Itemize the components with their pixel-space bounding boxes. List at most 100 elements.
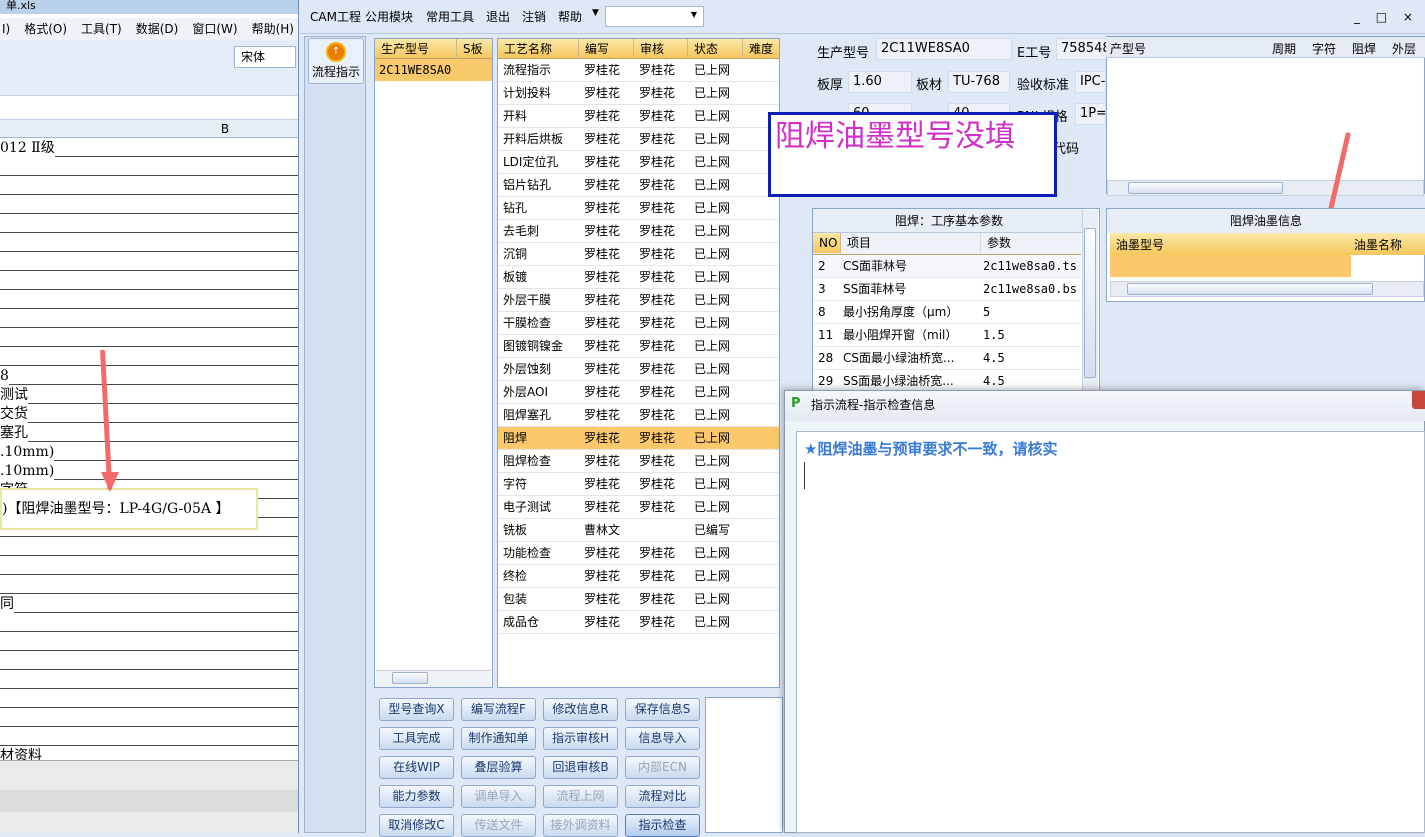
material-value[interactable]: TU-768 (948, 71, 1010, 93)
scroll-thumb[interactable] (1127, 283, 1373, 295)
col-header[interactable]: 周期 (1272, 40, 1296, 57)
scroll-thumb[interactable] (1084, 228, 1096, 378)
col-header[interactable]: 外层 (1392, 40, 1416, 57)
menu-cam[interactable]: CAM工程 (310, 8, 361, 25)
col-header[interactable]: 油墨名称 (1354, 236, 1402, 253)
ink-row-empty[interactable] (1110, 255, 1351, 277)
flow-guide-button[interactable]: ↑ 流程指示 (308, 38, 364, 84)
excel-menu-item[interactable]: 数据(D) (136, 18, 179, 40)
formula-bar[interactable] (0, 96, 299, 120)
action-button[interactable]: 传送文件 (461, 814, 536, 837)
sheet-cell[interactable]: 交货 (0, 405, 28, 423)
col-header[interactable]: 编写 (579, 39, 634, 59)
ink-hscrollbar[interactable] (1110, 281, 1424, 297)
col-header[interactable]: NO (813, 233, 841, 253)
excel-menu-item[interactable]: 格式(O) (24, 18, 67, 40)
col-header[interactable]: 字符 (1312, 40, 1336, 57)
param-row[interactable]: 28 CS面最小绿油桥宽... 4.5 (813, 347, 1081, 370)
action-button[interactable]: 修改信息R (543, 698, 618, 721)
sheet-tabs[interactable] (0, 790, 299, 812)
sheet-cell[interactable]: .10mm) (0, 462, 55, 480)
sheet-cell[interactable]: 测试 (0, 386, 28, 404)
pnl-value[interactable]: 1P= (1075, 103, 1106, 125)
action-button[interactable]: 流程对比 (625, 785, 700, 808)
col-header[interactable]: 产型号 (1110, 40, 1146, 57)
process-row[interactable]: 电子测试 罗桂花 罗桂花 已上网 (498, 496, 779, 519)
process-row[interactable]: 干膜检查 罗桂花 罗桂花 已上网 (498, 312, 779, 335)
sheet-cell[interactable]: .10mm) (0, 443, 55, 461)
thickness-value[interactable]: 1.60 (848, 71, 912, 93)
action-button[interactable]: 工具完成 (379, 727, 454, 750)
action-button[interactable]: 保存信息S (625, 698, 700, 721)
process-row[interactable]: 铝片钻孔 罗桂花 罗桂花 已上网 (498, 174, 779, 197)
process-row[interactable]: 外层干膜 罗桂花 罗桂花 已上网 (498, 289, 779, 312)
param-row[interactable]: 2 CS面菲林号 2c11we8sa0.ts (813, 255, 1081, 278)
action-button[interactable]: 信息导入 (625, 727, 700, 750)
process-row[interactable]: 阻焊塞孔 罗桂花 罗桂花 已上网 (498, 404, 779, 427)
col-header[interactable]: S板 (457, 39, 492, 59)
window-controls[interactable]: _ □ × (1354, 10, 1419, 24)
dialog-textarea[interactable] (796, 431, 1425, 833)
excel-menu-item[interactable]: I) (2, 18, 10, 40)
action-button[interactable]: 叠层验算 (461, 756, 536, 779)
process-row[interactable]: 开料后烘板 罗桂花 罗桂花 已上网 (498, 128, 779, 151)
process-row[interactable]: 铣板 曹林文 已编写 (498, 519, 779, 542)
action-button[interactable]: 接外调资料 (543, 814, 618, 837)
param-row[interactable]: 11 最小阻焊开窗（mil） 1.5 (813, 324, 1081, 347)
excel-menu-item[interactable]: 帮助(H) (252, 18, 294, 40)
action-button[interactable]: 内部ECN (625, 756, 700, 779)
menu-tools[interactable]: 常用工具 (426, 8, 474, 25)
process-row[interactable]: 功能检查 罗桂花 罗桂花 已上网 (498, 542, 779, 565)
process-row[interactable]: 包装 罗桂花 罗桂花 已上网 (498, 588, 779, 611)
action-button[interactable]: 在线WIP (379, 756, 454, 779)
excel-menu-item[interactable]: 窗口(W) (192, 18, 237, 40)
col-header[interactable]: 油墨型号 (1116, 236, 1164, 253)
process-row[interactable]: LDI定位孔 罗桂花 罗桂花 已上网 (498, 151, 779, 174)
col-header[interactable]: 生产型号 (375, 39, 457, 59)
process-row[interactable]: 成品仓 罗桂花 罗桂花 已上网 (498, 611, 779, 634)
process-row[interactable]: 开料 罗桂花 罗桂花 已上网 (498, 105, 779, 128)
standard-value[interactable]: IPC- (1075, 71, 1106, 93)
action-button[interactable]: 流程上网 (543, 785, 618, 808)
model-value[interactable]: 2C11WE8SA0 (876, 38, 1012, 60)
action-button[interactable]: 取消修改C (379, 814, 454, 837)
action-button[interactable]: 型号查询X (379, 698, 454, 721)
param-row[interactable]: 8 最小拐角厚度（μm） 5 (813, 301, 1081, 324)
col-header[interactable]: 难度 (743, 39, 779, 59)
process-row[interactable]: 计划投料 罗桂花 罗桂花 已上网 (498, 82, 779, 105)
action-button[interactable]: 编写流程F (461, 698, 536, 721)
model-row[interactable]: 2C11WE8SA0 (375, 59, 492, 81)
process-row[interactable]: 外层AOI 罗桂花 罗桂花 已上网 (498, 381, 779, 404)
excel-menu-item[interactable]: 工具(T) (81, 18, 122, 40)
process-row[interactable]: 图镀铜镍金 罗桂花 罗桂花 已上网 (498, 335, 779, 358)
process-row[interactable]: 沉铜 罗桂花 罗桂花 已上网 (498, 243, 779, 266)
menu-common-module[interactable]: 公用模块 (365, 8, 413, 25)
process-row[interactable]: 去毛刺 罗桂花 罗桂花 已上网 (498, 220, 779, 243)
action-button[interactable]: 调单导入 (461, 785, 536, 808)
action-button[interactable]: 回退审核B (543, 756, 618, 779)
col-header[interactable]: 审核 (634, 39, 688, 59)
model-hscrollbar[interactable] (376, 670, 491, 687)
side-textbox[interactable] (705, 697, 783, 833)
menu-combo[interactable]: ▼ (605, 6, 704, 27)
process-row[interactable]: 外层蚀刻 罗桂花 罗桂花 已上网 (498, 358, 779, 381)
process-row[interactable]: 钻孔 罗桂花 罗桂花 已上网 (498, 197, 779, 220)
process-row[interactable]: 流程指示 罗桂花 罗桂花 已上网 (498, 59, 779, 82)
menu-exit[interactable]: 退出 (486, 8, 510, 25)
process-row[interactable]: 阻焊检查 罗桂花 罗桂花 已上网 (498, 450, 779, 473)
col-header[interactable]: 状态 (688, 39, 743, 59)
sheet-cell[interactable]: 塞孔 (0, 424, 28, 442)
process-row[interactable]: 终检 罗桂花 罗桂花 已上网 (498, 565, 779, 588)
process-row[interactable]: 字符 罗桂花 罗桂花 已上网 (498, 473, 779, 496)
sheet-cell[interactable]: 8 (0, 367, 9, 385)
col-header[interactable]: 参数 (981, 233, 1081, 253)
menu-help[interactable]: 帮助 (558, 8, 582, 25)
scroll-thumb[interactable] (392, 672, 428, 684)
sheet-cell[interactable]: 同 (0, 595, 14, 613)
sheet-cell[interactable]: 012 Ⅱ级 (0, 139, 55, 157)
scroll-thumb[interactable] (1128, 182, 1283, 194)
process-row[interactable]: 板镀 罗桂花 罗桂花 已上网 (498, 266, 779, 289)
chevron-down-icon[interactable]: ▼ (592, 8, 599, 18)
action-button[interactable]: 指示审核H (543, 727, 618, 750)
action-button[interactable]: 指示检查 (625, 814, 700, 837)
